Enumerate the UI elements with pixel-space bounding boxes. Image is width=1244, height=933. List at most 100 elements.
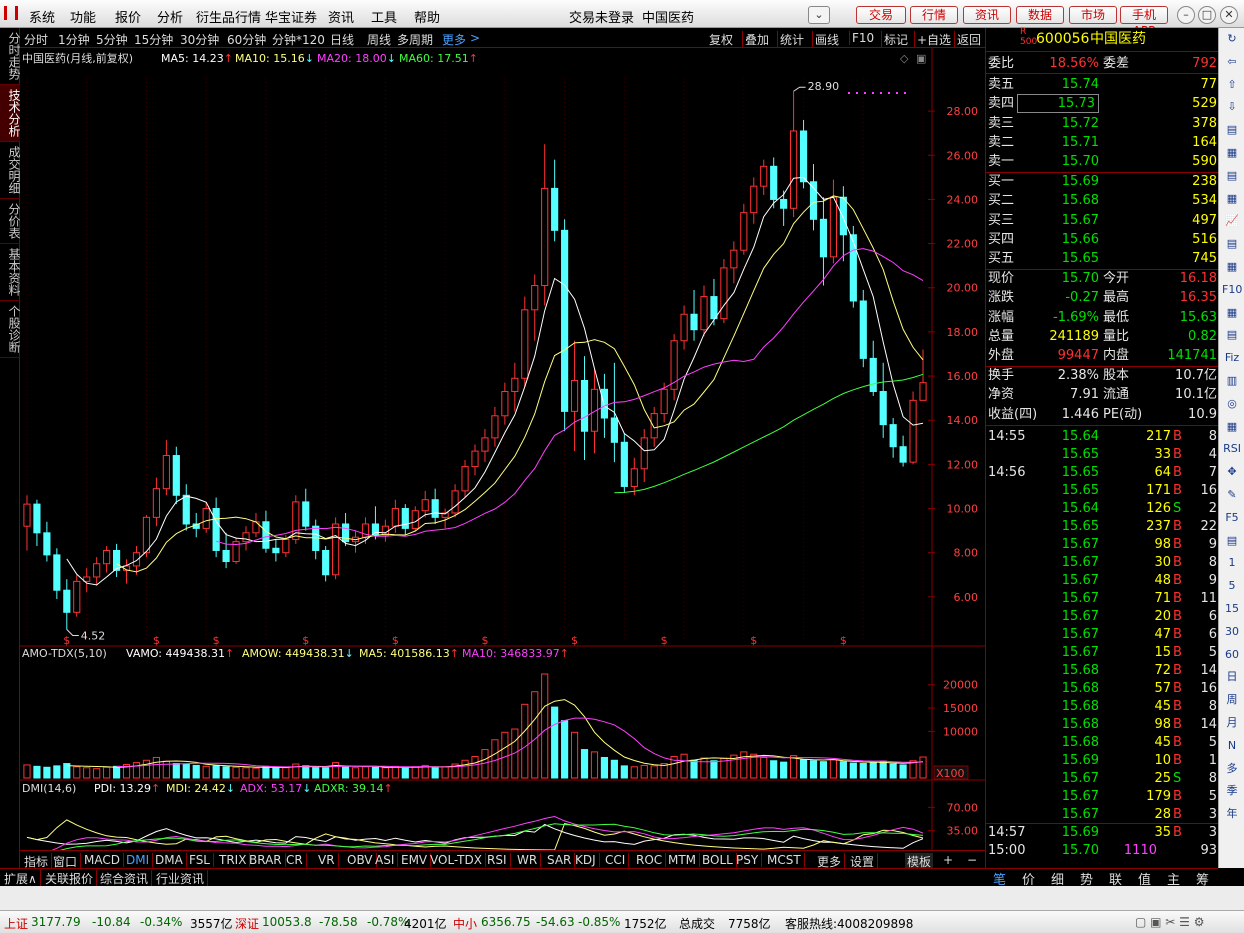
header-button[interactable]: 交易 bbox=[856, 6, 906, 24]
chart-tool-button[interactable]: 统计 bbox=[777, 31, 804, 48]
zoom-in-icon[interactable]: + bbox=[943, 853, 953, 867]
indicator-tab[interactable]: EMV bbox=[401, 853, 432, 867]
sz-label[interactable]: 深证 bbox=[235, 915, 259, 932]
dropdown-icon[interactable]: ⌄ bbox=[808, 6, 830, 24]
toolbar-icon[interactable]: ▦ bbox=[1222, 418, 1242, 436]
more-periods-link[interactable]: 更多 bbox=[442, 31, 466, 48]
bid-price[interactable]: 15.65 bbox=[1062, 249, 1099, 268]
period-tab[interactable]: 日线 bbox=[330, 31, 354, 48]
chart-tool-button[interactable]: 返回 bbox=[954, 31, 981, 48]
ask-price[interactable]: 15.74 bbox=[1062, 75, 1099, 94]
indicator-tab[interactable]: VOL-TDX bbox=[430, 853, 486, 867]
header-button[interactable]: 市场 bbox=[1069, 6, 1117, 24]
toolbar-icon[interactable]: 1 bbox=[1222, 554, 1242, 572]
toolbar-icon[interactable]: 周 bbox=[1222, 691, 1242, 709]
toolbar-icon[interactable]: ▦ bbox=[1222, 304, 1242, 322]
indicator-tab[interactable]: SAR bbox=[547, 853, 576, 867]
chart-tool-button[interactable]: 复权 bbox=[709, 31, 733, 48]
diamond-icon[interactable]: ◇ bbox=[900, 52, 909, 65]
indicator-tab[interactable]: ROC bbox=[636, 853, 667, 867]
indicator-tab[interactable]: DMA bbox=[155, 853, 187, 867]
toolbar-icon[interactable]: ▦ bbox=[1222, 144, 1242, 162]
period-tab[interactable]: 5分钟 bbox=[96, 31, 128, 48]
period-tab[interactable]: 1分钟 bbox=[58, 31, 90, 48]
chevron-right-icon[interactable]: > bbox=[470, 31, 480, 45]
toolbar-icon[interactable]: ✥ bbox=[1222, 463, 1242, 481]
toolbar-icon[interactable]: F10 bbox=[1222, 281, 1242, 299]
toolbar-icon[interactable]: ▤ bbox=[1222, 121, 1242, 139]
left-tab[interactable]: 成交明细 bbox=[0, 142, 21, 199]
indicator-tab[interactable]: MTM bbox=[668, 853, 701, 867]
menu-item[interactable]: 衍生品行情 bbox=[196, 7, 261, 26]
ext-tab[interactable]: 行业资讯 bbox=[156, 870, 209, 887]
indicator-tab[interactable]: OBV bbox=[347, 853, 377, 867]
zoom-out-icon[interactable]: − bbox=[967, 853, 977, 867]
toolbar-icon[interactable]: RSI bbox=[1222, 440, 1242, 458]
toolbar-icon[interactable]: 5 bbox=[1222, 577, 1242, 595]
ext-tab[interactable]: 综合资讯 bbox=[100, 870, 153, 887]
toolbar-icon[interactable]: 60 bbox=[1222, 646, 1242, 664]
toolbar-icon[interactable]: ▦ bbox=[1222, 258, 1242, 276]
toolbar-icon[interactable]: 15 bbox=[1222, 600, 1242, 618]
indicator-tab[interactable]: CCI bbox=[605, 853, 630, 867]
toolbar-icon[interactable]: ▥ bbox=[1222, 372, 1242, 390]
toolbar-icon[interactable]: 30 bbox=[1222, 623, 1242, 641]
indicator-tab[interactable]: BRAR bbox=[249, 853, 286, 867]
period-tab[interactable]: 60分钟 bbox=[227, 31, 266, 48]
chart-canvas[interactable]: 中国医药(月线,前复权) MA5: 14.23↑ MA10: 15.16↓ MA20:… bbox=[20, 48, 985, 870]
menu-item[interactable]: 功能 bbox=[70, 7, 96, 26]
maximize-icon[interactable]: □ bbox=[1198, 6, 1216, 24]
toolbar-icon[interactable]: ▤ bbox=[1222, 532, 1242, 550]
toolbar-icon[interactable]: 日 bbox=[1222, 668, 1242, 686]
menu-item[interactable]: 分析 bbox=[157, 7, 183, 26]
toolbar-icon[interactable]: 📈 bbox=[1222, 212, 1242, 230]
indicator-tab[interactable]: ASI bbox=[375, 853, 399, 867]
toolbar-icon[interactable]: ▤ bbox=[1222, 167, 1242, 185]
indicator-tab[interactable]: CR bbox=[286, 853, 307, 867]
indicator-tab[interactable]: WR bbox=[517, 853, 542, 867]
indicator-tab[interactable]: TRIX bbox=[219, 853, 251, 867]
ext-tab[interactable]: 关联报价 bbox=[45, 870, 98, 887]
menu-item[interactable]: 系统 bbox=[29, 7, 55, 26]
toolbar-icon[interactable]: 季 bbox=[1222, 782, 1242, 800]
toolbar-icon[interactable]: ⇩ bbox=[1222, 98, 1242, 116]
indicator-tab[interactable]: RSI bbox=[487, 853, 511, 867]
period-tab[interactable]: 15分钟 bbox=[134, 31, 173, 48]
indicator-tab[interactable]: BOLL bbox=[702, 853, 737, 867]
bid-price[interactable]: 15.66 bbox=[1062, 230, 1099, 249]
toolbar-icon[interactable]: 多 bbox=[1222, 760, 1242, 778]
menu-item[interactable]: 帮助 bbox=[414, 7, 440, 26]
menu-item[interactable]: 报价 bbox=[115, 7, 141, 26]
ask-price[interactable]: 15.72 bbox=[1062, 114, 1099, 133]
toolbar-icon[interactable]: ↻ bbox=[1222, 30, 1242, 48]
menu-item[interactable]: 资讯 bbox=[328, 7, 354, 26]
toolbar-icon[interactable]: F5 bbox=[1222, 509, 1242, 527]
indicator-tab[interactable]: MCST bbox=[767, 853, 805, 867]
period-tab[interactable]: 30分钟 bbox=[180, 31, 219, 48]
ask-price[interactable]: 15.71 bbox=[1062, 133, 1099, 152]
chart-tool-button[interactable]: 画线 bbox=[812, 31, 839, 48]
bid-price[interactable]: 15.67 bbox=[1062, 211, 1099, 230]
ask-price[interactable]: 15.73 bbox=[1016, 94, 1099, 114]
zx-label[interactable]: 中小 bbox=[453, 915, 477, 932]
bid-price[interactable]: 15.68 bbox=[1062, 191, 1099, 210]
toolbar-icon[interactable]: ◎ bbox=[1222, 395, 1242, 413]
period-tab[interactable]: 分钟*120 bbox=[272, 31, 325, 48]
indicator-tab[interactable]: PSY bbox=[736, 853, 763, 867]
period-tab[interactable]: 多周期 bbox=[397, 31, 433, 48]
period-tab[interactable]: 分时 bbox=[24, 31, 48, 48]
toolbar-icon[interactable]: ▦ bbox=[1222, 190, 1242, 208]
chart-tool-button[interactable]: 叠加 bbox=[742, 31, 769, 48]
chart-tool-button[interactable]: F10 bbox=[849, 31, 874, 45]
chart-tool-button[interactable]: 标记 bbox=[881, 31, 908, 48]
toolbar-icon[interactable]: ▤ bbox=[1222, 235, 1242, 253]
left-tab[interactable]: 分价表 bbox=[0, 199, 21, 244]
indicator-tab[interactable]: VR bbox=[318, 853, 339, 867]
toolbar-icon[interactable]: 月 bbox=[1222, 714, 1242, 732]
chart-tool-button[interactable]: +自选 bbox=[914, 31, 951, 48]
toolbar-icon[interactable]: ▤ bbox=[1222, 326, 1242, 344]
header-button[interactable]: 行情 bbox=[910, 6, 958, 24]
minimize-icon[interactable]: – bbox=[1177, 6, 1195, 24]
left-tab[interactable]: 个股诊断 bbox=[0, 301, 21, 358]
ext-tab[interactable]: 扩展∧ bbox=[4, 870, 41, 887]
